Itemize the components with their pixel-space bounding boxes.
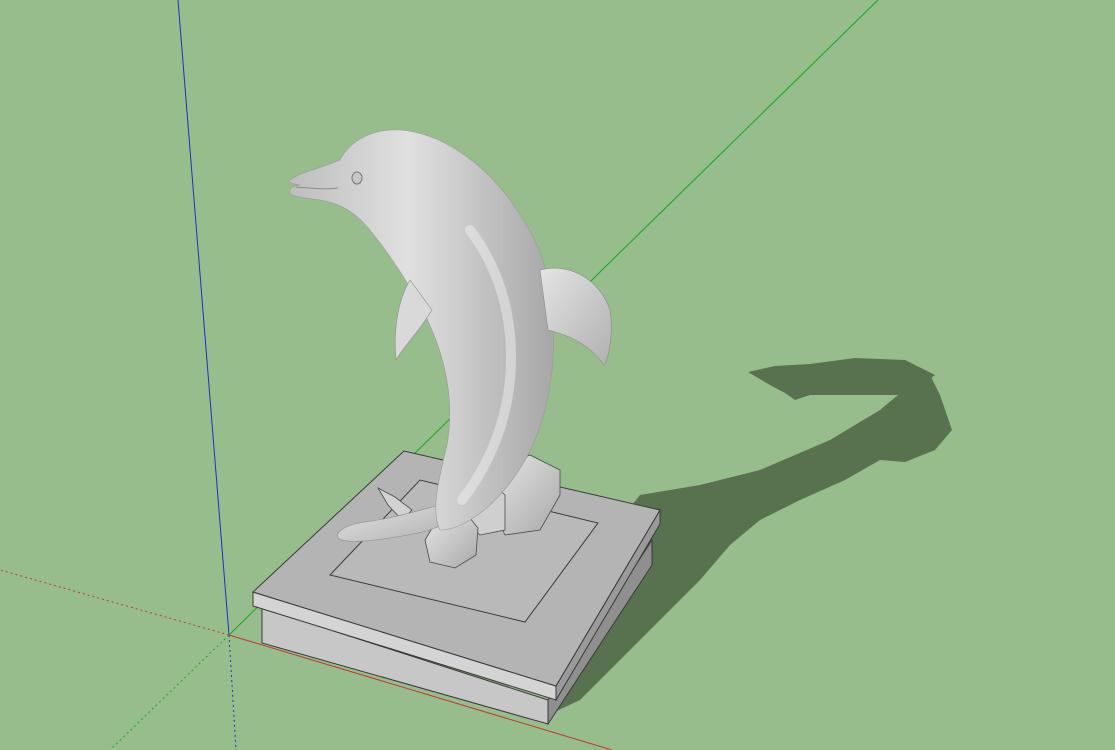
scene-canvas[interactable] — [0, 0, 1115, 750]
red-axis-hidden — [0, 569, 230, 636]
dolphin-eye — [351, 171, 363, 185]
3d-modeling-viewport[interactable] — [0, 0, 1115, 750]
blue-axis — [177, 0, 230, 636]
dolphin-sculpture[interactable] — [288, 129, 612, 542]
green-axis-hidden — [109, 634, 230, 750]
blue-axis-hidden — [228, 634, 237, 750]
